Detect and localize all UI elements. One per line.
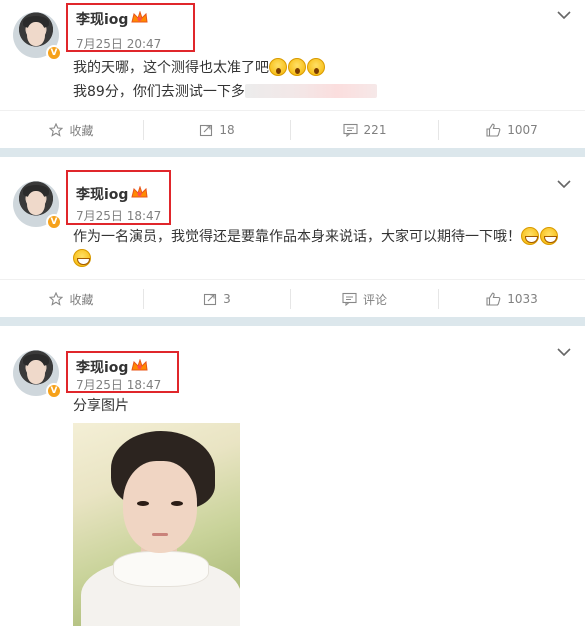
repost-count: 18 (219, 123, 235, 137)
post-text: 分享图片 (73, 395, 129, 417)
grin-emoji-icon (540, 227, 558, 245)
thumbs-up-icon (486, 123, 501, 137)
star-icon (49, 123, 64, 137)
post-2: V 李现iog 7月25日 18:47 作为一名演员，我觉得还是要靠作品本身来说… (0, 157, 585, 317)
action-bar: 收藏 18 221 1007 (0, 110, 585, 148)
crown-icon (131, 359, 148, 371)
comment-count: 221 (363, 123, 387, 137)
post-time[interactable]: 7月25日 18:47 (76, 207, 161, 224)
shocked-emoji-icon (307, 58, 325, 76)
repost-button[interactable]: 3 (144, 280, 290, 318)
favorite-label: 收藏 (69, 123, 94, 138)
avatar[interactable]: V (13, 181, 62, 230)
post-image[interactable] (73, 423, 240, 626)
chevron-down-icon[interactable] (557, 11, 571, 19)
verified-badge-icon: V (46, 214, 62, 230)
comment-button[interactable]: 评论 (291, 280, 438, 318)
comment-label: 评论 (362, 292, 387, 307)
author-name[interactable]: 李现iog (76, 184, 128, 204)
author-name[interactable]: 李现iog (76, 9, 128, 29)
blurred-region (244, 84, 377, 98)
crown-icon (131, 186, 148, 198)
comment-icon (342, 292, 357, 306)
comment-button[interactable]: 221 (291, 111, 438, 149)
action-bar: 收藏 3 评论 1033 (0, 279, 585, 317)
like-button[interactable]: 1007 (439, 111, 585, 149)
chevron-down-icon[interactable] (557, 348, 571, 356)
post-separator (0, 148, 585, 157)
post-line: 作为一名演员，我觉得还是要靠作品本身来说话，大家可以期待一下哦！ (73, 229, 521, 245)
verified-badge-icon: V (46, 45, 62, 61)
favorite-button[interactable]: 收藏 (0, 280, 143, 318)
star-icon (49, 292, 64, 306)
comment-icon (342, 123, 358, 137)
post-time[interactable]: 7月25日 20:47 (76, 35, 161, 52)
highlight-box: 李现iog 7月25日 18:47 (66, 351, 179, 393)
post-line: 我的天哪，这个测得也太准了吧 (73, 60, 269, 76)
post-line: 分享图片 (73, 398, 129, 414)
repost-count: 3 (223, 292, 231, 306)
shocked-emoji-icon (288, 58, 306, 76)
grin-emoji-icon (521, 227, 539, 245)
thumbs-up-icon (486, 292, 501, 306)
crown-icon (131, 11, 148, 23)
like-count: 1033 (507, 292, 538, 306)
avatar[interactable]: V (13, 12, 62, 61)
repost-button[interactable]: 18 (144, 111, 290, 149)
post-1: V 李现iog 7月25日 20:47 我的天哪，这个测得也太准了吧 我89分，… (0, 0, 585, 148)
highlight-box: 李现iog 7月25日 18:47 (66, 170, 171, 225)
repost-icon (200, 124, 213, 137)
like-button[interactable]: 1033 (439, 280, 585, 318)
post-time[interactable]: 7月25日 18:47 (76, 376, 161, 393)
avatar[interactable]: V (13, 350, 62, 399)
chevron-down-icon[interactable] (557, 180, 571, 188)
grin-emoji-icon (73, 249, 91, 267)
post-text: 作为一名演员，我觉得还是要靠作品本身来说话，大家可以期待一下哦！ (73, 226, 573, 270)
author-name[interactable]: 李现iog (76, 357, 128, 377)
post-line: 我89分，你们去测试一下多 (73, 84, 245, 100)
verified-badge-icon: V (46, 383, 62, 399)
shocked-emoji-icon (269, 58, 287, 76)
repost-icon (204, 293, 217, 306)
post-separator (0, 317, 585, 326)
post-text: 我的天哪，这个测得也太准了吧 我89分，你们去测试一下多 (73, 57, 377, 103)
highlight-box: 李现iog 7月25日 20:47 (66, 3, 195, 52)
like-count: 1007 (507, 123, 538, 137)
favorite-button[interactable]: 收藏 (0, 111, 143, 149)
favorite-label: 收藏 (69, 292, 94, 307)
